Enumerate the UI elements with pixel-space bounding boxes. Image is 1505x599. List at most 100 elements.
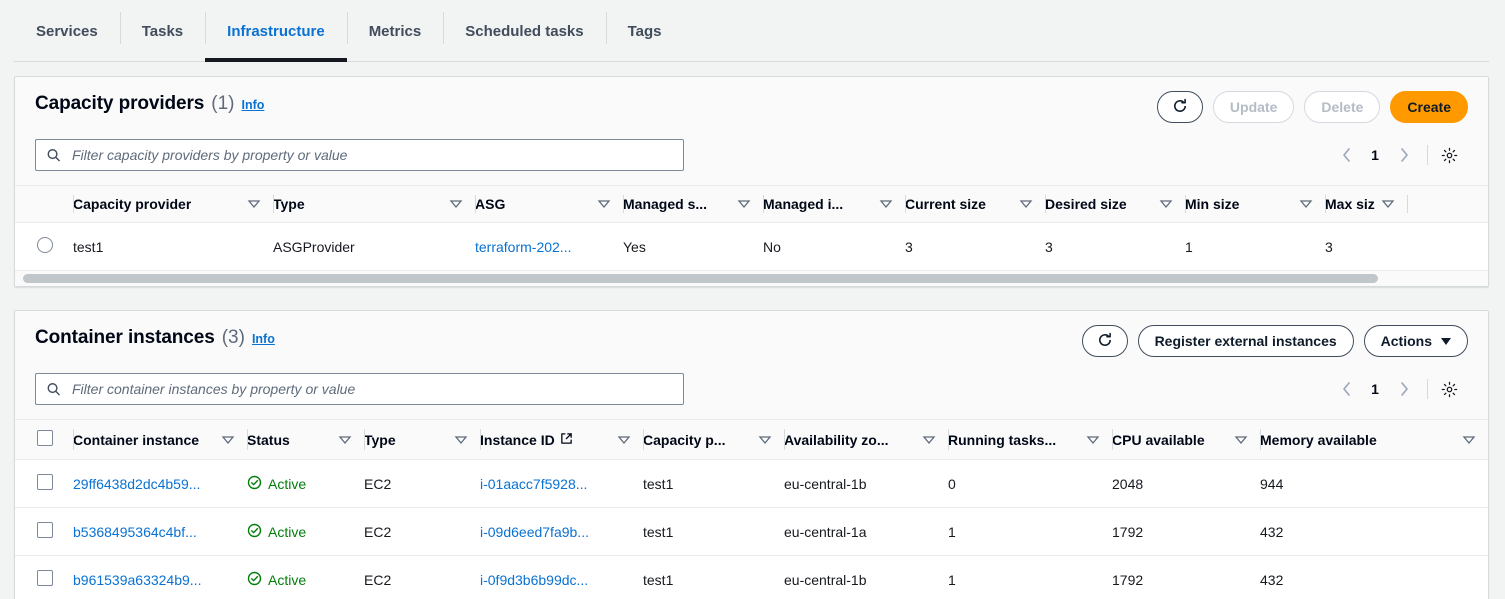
actions-dropdown-button[interactable]: Actions	[1364, 325, 1468, 357]
scrollbar-thumb[interactable]	[23, 274, 1378, 283]
container-instances-title-group: Container instances (3) Info	[35, 325, 275, 349]
previous-page-icon[interactable]	[1332, 375, 1360, 403]
capacity-providers-table: Capacity provider Type ASG	[15, 185, 1488, 270]
tab-tags[interactable]: Tags	[606, 0, 684, 62]
delete-button[interactable]: Delete	[1304, 91, 1380, 123]
capacity-providers-search[interactable]	[35, 139, 684, 171]
cell-min-size: 1	[1185, 223, 1325, 271]
sort-caret-icon[interactable]	[1234, 433, 1248, 447]
cell-status: Active	[247, 460, 364, 508]
settings-gear-icon[interactable]	[1441, 147, 1458, 164]
sort-caret-icon[interactable]	[221, 433, 235, 447]
row-checkbox[interactable]	[37, 522, 53, 538]
cell-type: EC2	[364, 508, 480, 556]
column-status: Status	[247, 420, 364, 460]
sort-caret-icon[interactable]	[737, 197, 751, 211]
cell-managed-scaling: Yes	[623, 223, 763, 271]
container-instance-link[interactable]: b961539a63324b9...	[73, 572, 201, 588]
status-label: Active	[268, 476, 306, 492]
external-link-icon	[560, 432, 573, 448]
info-link[interactable]: Info	[242, 98, 265, 112]
sort-caret-icon[interactable]	[449, 197, 463, 211]
sort-caret-icon[interactable]	[338, 433, 352, 447]
refresh-icon	[1097, 332, 1113, 351]
refresh-button[interactable]	[1082, 325, 1128, 357]
search-input[interactable]	[70, 380, 683, 398]
search-input[interactable]	[70, 146, 683, 164]
page-number[interactable]: 1	[1362, 381, 1388, 397]
container-instance-link[interactable]: b5368495364c4bf...	[73, 524, 197, 540]
cell-running-tasks: 1	[948, 508, 1112, 556]
column-header-label: Type	[364, 432, 396, 448]
sort-caret-icon[interactable]	[617, 433, 631, 447]
row-select-cell	[15, 508, 73, 556]
sort-caret-icon[interactable]	[1019, 197, 1033, 211]
page-number[interactable]: 1	[1362, 147, 1388, 163]
column-header-label: Availability zo...	[784, 432, 889, 448]
column-header-label: Min size	[1185, 196, 1239, 212]
sort-caret-icon[interactable]	[454, 433, 468, 447]
tab-metrics[interactable]: Metrics	[347, 0, 444, 62]
divider	[1427, 145, 1428, 165]
tab-scheduled-tasks[interactable]: Scheduled tasks	[443, 0, 605, 62]
column-desired-size: Desired size	[1045, 186, 1185, 223]
instance-id-link[interactable]: i-01aacc7f5928...	[480, 476, 587, 492]
container-instance-link[interactable]: 29ff6438d2dc4b59...	[73, 476, 200, 492]
next-page-icon[interactable]	[1390, 141, 1418, 169]
table-row[interactable]: b5368495364c4bf... Active EC2	[15, 508, 1488, 556]
tab-label: Metrics	[369, 23, 422, 40]
instance-id-link[interactable]: i-09d6eed7fa9b...	[480, 524, 589, 540]
row-checkbox[interactable]	[37, 570, 53, 586]
status-success-icon	[247, 475, 262, 493]
next-page-icon[interactable]	[1390, 375, 1418, 403]
row-radio-button[interactable]	[37, 237, 53, 253]
update-button[interactable]: Update	[1213, 91, 1294, 123]
create-button[interactable]: Create	[1390, 91, 1468, 123]
table-row[interactable]: 29ff6438d2dc4b59... Active EC2	[15, 460, 1488, 508]
sort-caret-icon[interactable]	[1299, 197, 1313, 211]
cell-desired-size: 3	[1045, 223, 1185, 271]
select-all-checkbox[interactable]	[37, 430, 53, 446]
instance-id-link[interactable]: i-0f9d3b6b99dc...	[480, 572, 588, 588]
sort-caret-icon[interactable]	[1462, 433, 1476, 447]
tab-label: Tags	[628, 23, 662, 40]
column-managed-instance: Managed i...	[763, 186, 905, 223]
capacity-providers-pagination: 1	[1332, 141, 1468, 169]
table-row[interactable]: b961539a63324b9... Active EC2	[15, 556, 1488, 599]
container-instances-header-row: Container instance Status Type	[15, 420, 1488, 460]
refresh-button[interactable]	[1157, 91, 1203, 123]
column-header-label: Memory available	[1260, 432, 1377, 448]
row-checkbox[interactable]	[37, 474, 53, 490]
column-header-label: Instance ID	[480, 432, 555, 448]
tab-label: Scheduled tasks	[465, 23, 583, 40]
tab-tasks[interactable]: Tasks	[120, 0, 205, 62]
tab-services[interactable]: Services	[14, 0, 120, 62]
capacity-providers-panel: Capacity providers (1) Info Update Delet…	[14, 76, 1489, 287]
column-current-size: Current size	[905, 186, 1045, 223]
actions-label: Actions	[1381, 333, 1432, 349]
column-header-label: Running tasks...	[948, 432, 1056, 448]
settings-gear-icon[interactable]	[1441, 381, 1458, 398]
cell-memory-available: 432	[1260, 508, 1488, 556]
register-external-instances-button[interactable]: Register external instances	[1138, 325, 1354, 357]
sort-caret-icon[interactable]	[1381, 197, 1395, 211]
column-header-label: Status	[247, 432, 290, 448]
previous-page-icon[interactable]	[1332, 141, 1360, 169]
sort-caret-icon[interactable]	[597, 197, 611, 211]
cell-type: EC2	[364, 556, 480, 599]
column-min-size: Min size	[1185, 186, 1325, 223]
info-link[interactable]: Info	[252, 332, 275, 346]
table-row[interactable]: test1 ASGProvider terraform-202... Yes N…	[15, 223, 1488, 271]
sort-caret-icon[interactable]	[1086, 433, 1100, 447]
container-instances-search[interactable]	[35, 373, 684, 405]
sort-caret-icon[interactable]	[247, 197, 261, 211]
sort-caret-icon[interactable]	[1159, 197, 1173, 211]
tab-infrastructure[interactable]: Infrastructure	[205, 0, 347, 62]
cell-availability-zone: eu-central-1a	[784, 508, 948, 556]
capacity-providers-actions: Update Delete Create	[1157, 91, 1468, 123]
capacity-providers-horizontal-scrollbar[interactable]	[15, 270, 1488, 286]
sort-caret-icon[interactable]	[879, 197, 893, 211]
asg-link[interactable]: terraform-202...	[475, 239, 571, 255]
sort-caret-icon[interactable]	[922, 433, 936, 447]
sort-caret-icon[interactable]	[758, 433, 772, 447]
